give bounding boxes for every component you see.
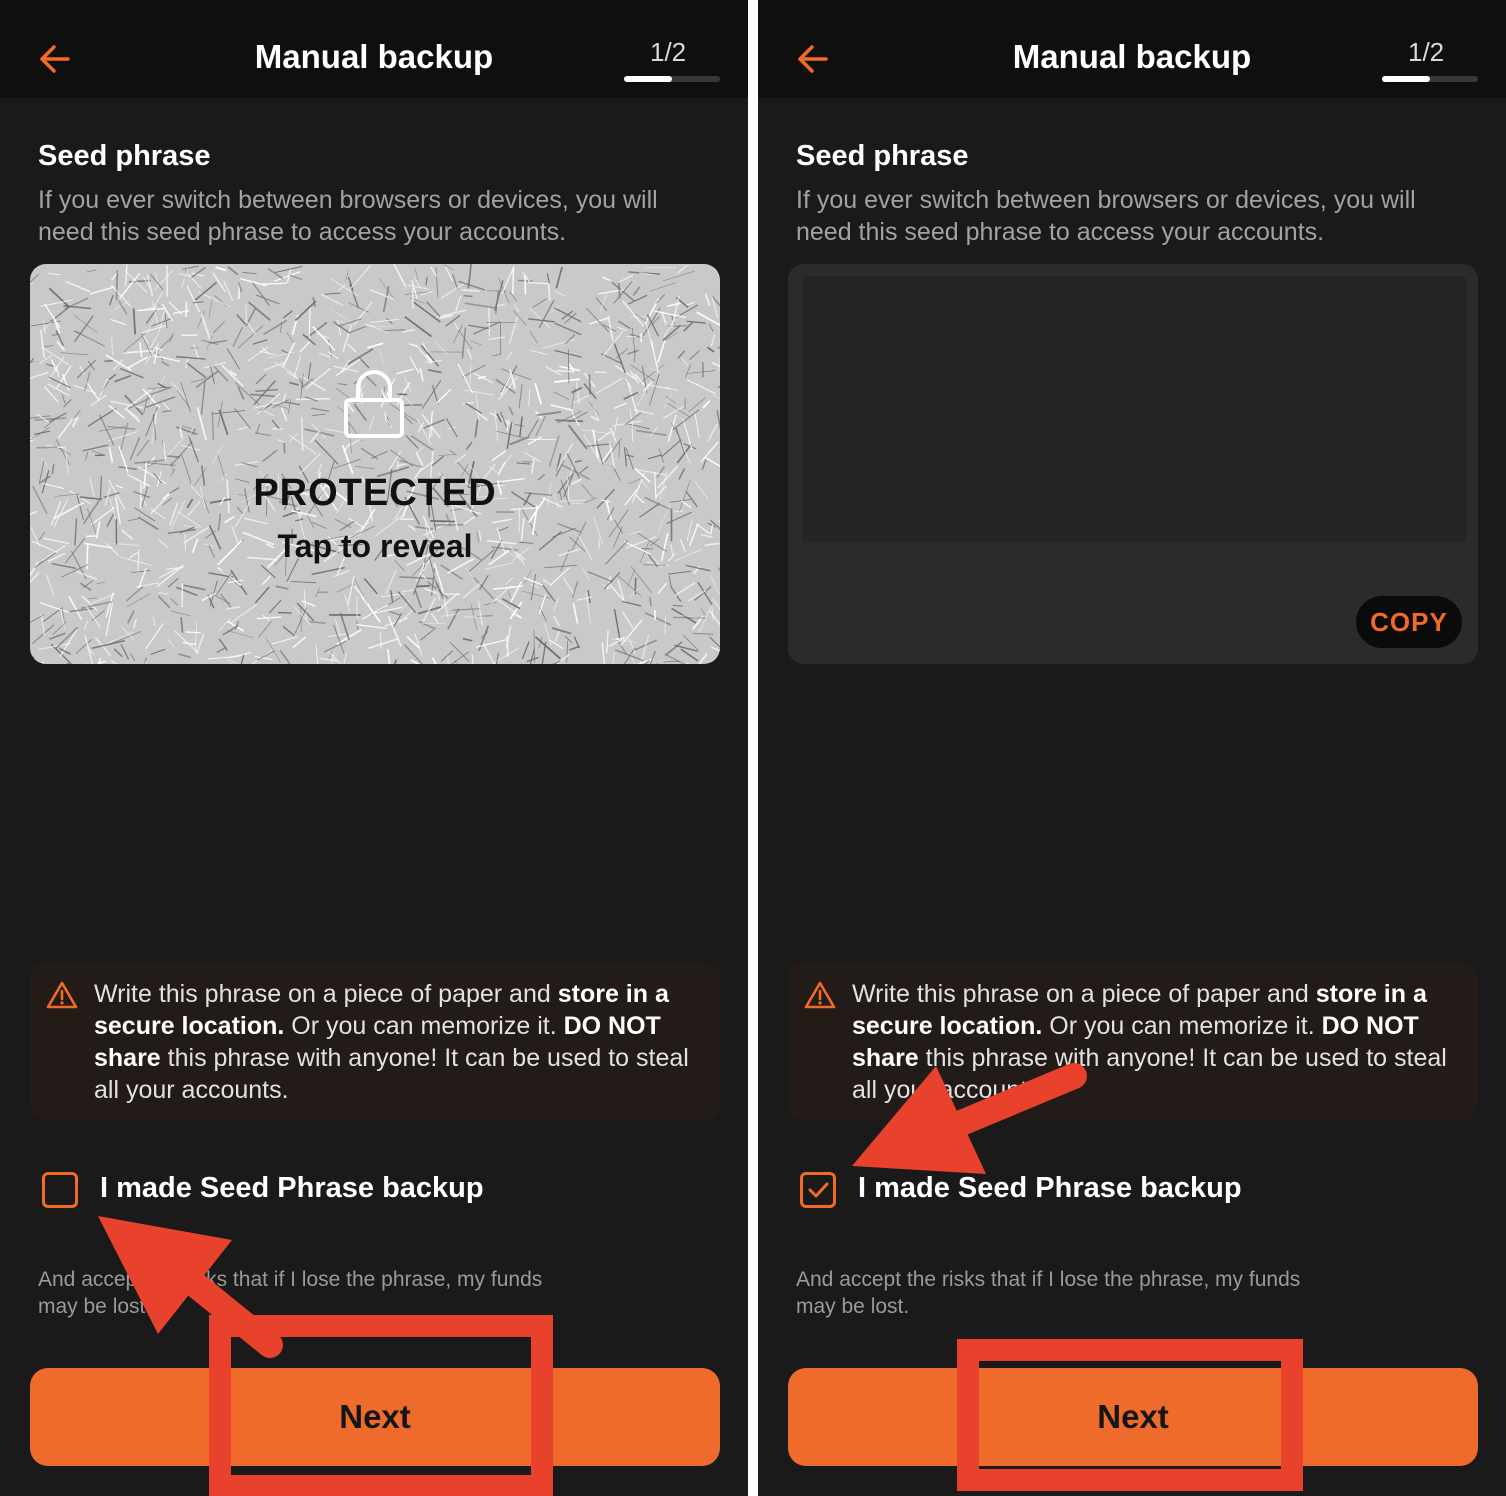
progress-fill [1382, 76, 1430, 82]
backup-checkbox-label[interactable]: I made Seed Phrase backup [858, 1172, 1242, 1205]
next-button[interactable]: Next [30, 1368, 720, 1466]
backup-checkbox[interactable] [42, 1172, 78, 1208]
page-title: Manual backup [1012, 38, 1252, 75]
seed-phrase-revealed-box: COPY [788, 264, 1478, 664]
checkmark-icon [808, 1182, 829, 1198]
accept-risks-text: And accept the risks that if I lose the … [38, 1268, 543, 1318]
backup-checkbox-label[interactable]: I made Seed Phrase backup [100, 1172, 484, 1205]
top-bar: Manual backup 1/2 [0, 0, 748, 98]
step-counter: 1/2 [650, 37, 687, 67]
section-title: Seed phrase [796, 140, 969, 172]
next-button[interactable]: Next [788, 1368, 1478, 1466]
backup-checkbox[interactable] [800, 1172, 836, 1208]
section-description: If you ever switch between browsers or d… [796, 186, 1416, 246]
step-counter: 1/2 [1408, 37, 1445, 67]
protected-label: PROTECTED [253, 472, 497, 514]
phone-screen-checked: Manual backup 1/2 Seed phrase If you eve… [758, 0, 1506, 1496]
lock-icon [344, 370, 404, 438]
copy-button[interactable]: COPY [1356, 596, 1462, 648]
seed-phrase-protected-box[interactable]: PROTECTED Tap to reveal [30, 264, 720, 664]
scratch-texture [30, 264, 720, 664]
warning-icon [804, 981, 836, 1009]
section-description: If you ever switch between browsers or d… [38, 186, 658, 246]
seed-phrase-area [802, 276, 1466, 542]
warning-text: Write this phrase on a piece of paper an… [852, 980, 1447, 1104]
section-title: Seed phrase [38, 140, 211, 172]
phone-screen-unchecked: Manual backup 1/2 Seed phrase If you eve… [0, 0, 748, 1496]
warning-text: Write this phrase on a piece of paper an… [94, 980, 689, 1104]
page-title: Manual backup [254, 38, 494, 75]
progress-bar [1382, 76, 1478, 82]
warning-box: Write this phrase on a piece of paper an… [788, 962, 1478, 1120]
progress-bar [624, 76, 720, 82]
top-bar: Manual backup 1/2 [758, 0, 1506, 98]
warning-icon [46, 981, 78, 1009]
warning-box: Write this phrase on a piece of paper an… [30, 962, 720, 1120]
tap-to-reveal-label: Tap to reveal [277, 528, 473, 564]
accept-risks-text: And accept the risks that if I lose the … [796, 1268, 1301, 1318]
progress-fill [624, 76, 672, 82]
